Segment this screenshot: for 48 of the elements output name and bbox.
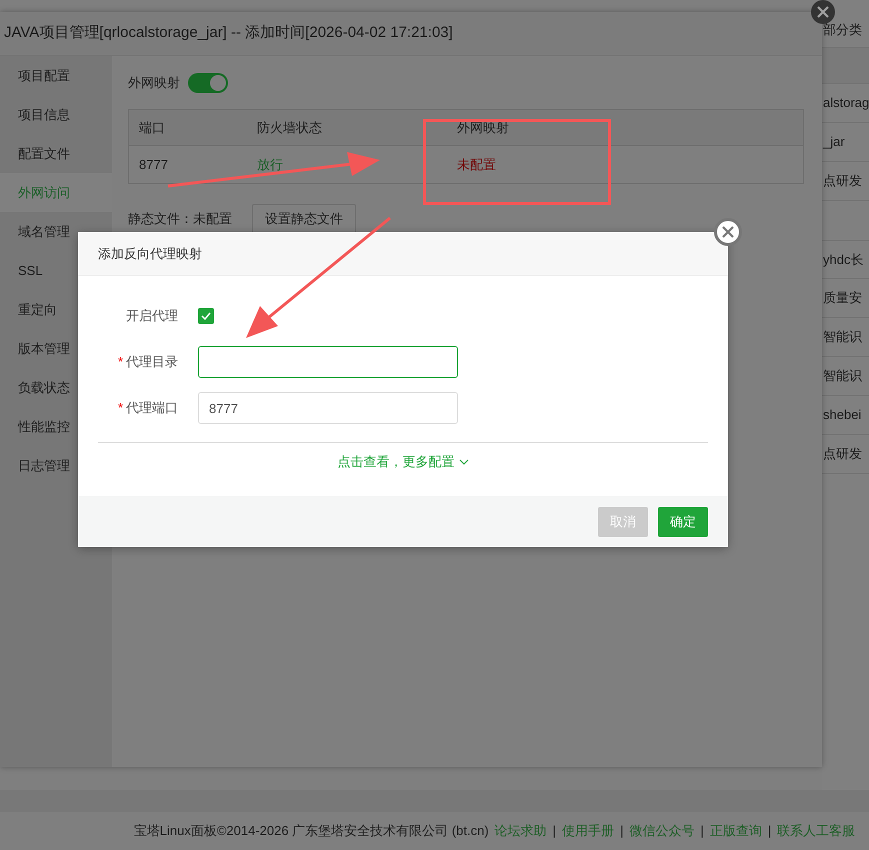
toggle-label: 外网映射: [128, 74, 180, 92]
footer-link[interactable]: 正版查询: [710, 821, 762, 841]
footer-link[interactable]: 联系人工客服: [777, 821, 856, 841]
static-files-button[interactable]: 设置静态文件: [252, 204, 356, 234]
project-name: alstorag: [823, 94, 869, 112]
table-cell-text: 未配置: [457, 156, 497, 174]
separator: |: [552, 822, 556, 840]
more-config-link[interactable]: 点击查看，更多配置: [338, 452, 468, 472]
separator: |: [768, 822, 772, 840]
required-mark: *: [118, 399, 123, 418]
project-name: 点研发: [823, 445, 862, 464]
project-name: 质量安: [823, 289, 862, 308]
footer-link[interactable]: 使用手册: [562, 821, 614, 841]
chevron-down-icon: [458, 459, 468, 465]
category-label[interactable]: 部分类: [822, 20, 862, 40]
project-name: yhdc长: [823, 250, 864, 269]
separator: |: [700, 822, 704, 840]
check-icon: [201, 312, 211, 320]
sidebar-tab[interactable]: 配置文件: [0, 134, 112, 173]
footer-link[interactable]: 微信公众号: [629, 821, 694, 841]
field-label: 代理目录: [126, 353, 178, 372]
project-name: shebei: [823, 406, 862, 424]
panel-title: JAVA项目管理[qrlocalstorage_jar] -- 添加时间[2026-04-02 17:21:03]: [4, 23, 453, 44]
table-cell-text: 8777: [139, 156, 169, 174]
proxy-checkbox[interactable]: [198, 308, 214, 324]
field-label: 开启代理: [126, 307, 178, 326]
column-header: 端口: [139, 118, 166, 137]
sidebar-tab[interactable]: 外网访问: [0, 173, 112, 212]
table-cell-text: 放行: [257, 156, 284, 174]
confirm-button[interactable]: 确定: [658, 506, 708, 536]
input-field[interactable]: 8777: [198, 392, 458, 424]
project-name: 智能识: [823, 328, 862, 346]
field-label: 代理端口: [126, 399, 178, 418]
dialog-title: 添加反向代理映射: [98, 244, 202, 263]
input-field[interactable]: [198, 346, 458, 378]
required-mark: *: [118, 353, 123, 372]
footer-link[interactable]: 论坛求助: [494, 821, 547, 841]
static-files-status: 静态文件：未配置: [128, 210, 232, 228]
separator: |: [620, 822, 624, 840]
project-name: 点研发: [823, 172, 862, 190]
mapping-switch[interactable]: [188, 73, 228, 93]
column-header: 防火墙状态: [257, 118, 323, 137]
column-header: 外网映射: [457, 118, 510, 137]
copyright-text: 宝塔Linux面板©2014-2026 广东堡塔安全技术有限公司 (bt.cn): [134, 822, 489, 840]
project-name: _jar: [823, 133, 845, 152]
project-name: 智能识: [823, 367, 862, 386]
sidebar-tab[interactable]: 项目信息: [0, 95, 112, 134]
sidebar-tab[interactable]: 项目配置: [0, 56, 112, 95]
